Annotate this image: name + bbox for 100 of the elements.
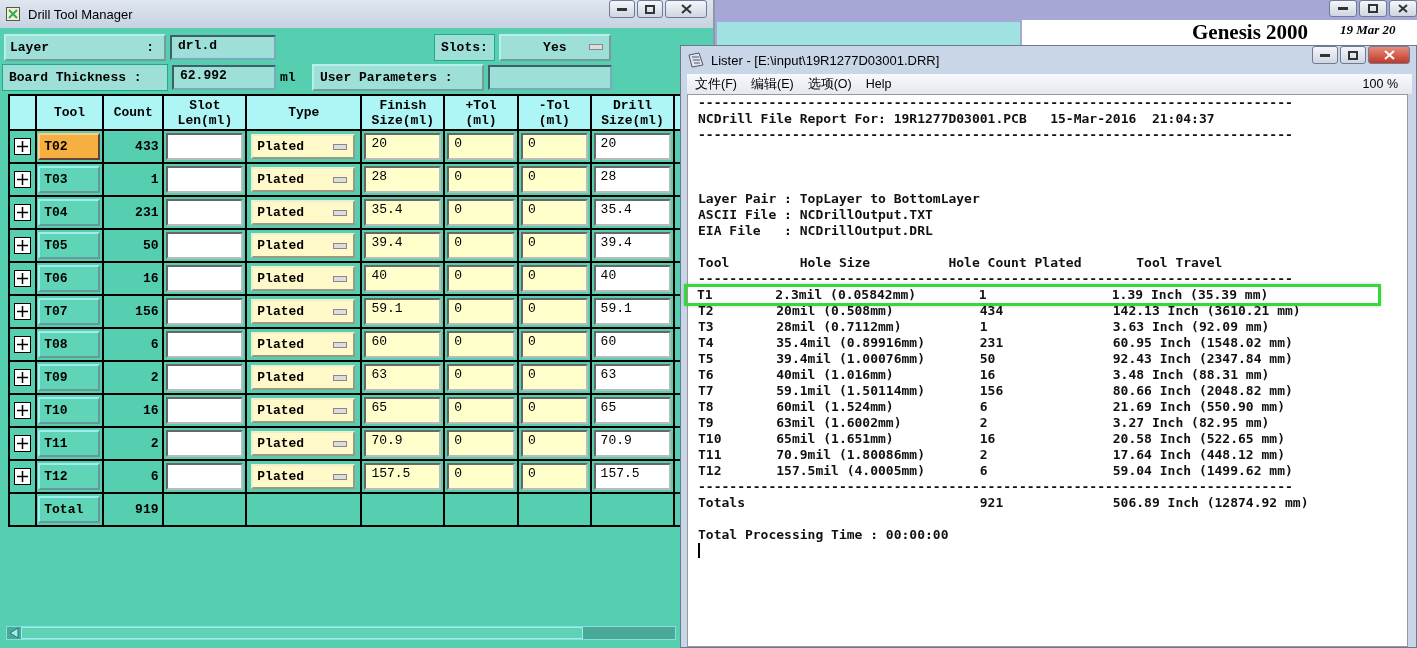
layer-button[interactable]: Layer : [4, 33, 166, 61]
thickness-field[interactable]: 62.992 [172, 64, 276, 90]
scroll-thumb[interactable] [21, 627, 583, 639]
minus-tol-field[interactable]: 0 [520, 133, 588, 160]
expand-icon[interactable] [14, 369, 32, 386]
expand-icon[interactable] [14, 270, 32, 287]
expand-icon[interactable] [14, 435, 32, 452]
minus-tol-field[interactable]: 0 [520, 199, 588, 226]
tool-button[interactable]: T04 [38, 199, 101, 226]
plus-tol-field[interactable]: 0 [447, 397, 515, 424]
drill-size-field[interactable]: 63 [593, 364, 672, 391]
minimize-button[interactable] [1329, 0, 1357, 17]
drill-size-field[interactable]: 60 [593, 331, 672, 358]
finish-size-field[interactable]: 59.1 [364, 298, 442, 325]
minus-tol-field[interactable]: 0 [520, 265, 588, 292]
menu-item[interactable]: 编辑(E) [750, 75, 794, 93]
slot-length-field[interactable] [166, 397, 244, 424]
expand-icon[interactable] [14, 303, 32, 320]
slot-length-field[interactable] [166, 430, 244, 457]
tool-button[interactable]: T06 [38, 265, 101, 292]
menu-item[interactable]: Help [865, 77, 892, 91]
total-button[interactable]: Total [38, 496, 101, 523]
minus-tol-field[interactable]: 0 [520, 430, 588, 457]
plus-tol-field[interactable]: 0 [447, 199, 515, 226]
finish-size-field[interactable]: 28 [364, 166, 442, 193]
drill-size-field[interactable]: 20 [593, 133, 672, 160]
finish-size-field[interactable]: 60 [364, 331, 442, 358]
minus-tol-field[interactable]: 0 [520, 331, 588, 358]
type-dropdown[interactable]: Plated [251, 200, 356, 225]
type-dropdown[interactable]: Plated [251, 365, 356, 390]
drill-size-field[interactable]: 65 [593, 397, 672, 424]
drill-size-field[interactable]: 39.4 [593, 232, 672, 259]
layer-field[interactable]: drl.d [170, 34, 276, 60]
expand-icon[interactable] [14, 468, 32, 485]
plus-tol-field[interactable]: 0 [447, 166, 515, 193]
finish-size-field[interactable]: 157.5 [364, 463, 442, 490]
drill-size-field[interactable]: 40 [593, 265, 672, 292]
slot-length-field[interactable] [166, 463, 244, 490]
maximize-button[interactable] [1340, 46, 1366, 64]
finish-size-field[interactable]: 40 [364, 265, 442, 292]
close-button[interactable] [1368, 46, 1410, 64]
slot-length-field[interactable] [166, 133, 244, 160]
minus-tol-field[interactable]: 0 [520, 232, 588, 259]
type-dropdown[interactable]: Plated [251, 431, 356, 456]
close-button[interactable] [1389, 0, 1417, 17]
expand-icon[interactable] [14, 138, 32, 155]
menu-item[interactable]: 文件(F) [695, 75, 737, 93]
slot-length-field[interactable] [166, 298, 244, 325]
finish-size-field[interactable]: 35.4 [364, 199, 442, 226]
slot-length-field[interactable] [166, 232, 244, 259]
finish-size-field[interactable]: 20 [364, 133, 442, 160]
minimize-button[interactable] [1312, 46, 1338, 64]
tool-button[interactable]: T07 [38, 298, 101, 325]
drill-size-field[interactable]: 28 [593, 166, 672, 193]
type-dropdown[interactable]: Plated [251, 464, 356, 489]
tool-button[interactable]: T11 [38, 430, 101, 457]
plus-tol-field[interactable]: 0 [447, 133, 515, 160]
slots-dropdown[interactable]: Yes [498, 33, 611, 61]
slot-length-field[interactable] [166, 331, 244, 358]
minus-tol-field[interactable]: 0 [520, 397, 588, 424]
minus-tol-field[interactable]: 0 [520, 166, 588, 193]
drill-size-field[interactable]: 70.9 [593, 430, 672, 457]
plus-tol-field[interactable]: 0 [447, 463, 515, 490]
finish-size-field[interactable]: 65 [364, 397, 442, 424]
plus-tol-field[interactable]: 0 [447, 364, 515, 391]
slot-length-field[interactable] [166, 166, 244, 193]
minus-tol-field[interactable]: 0 [520, 463, 588, 490]
tool-button[interactable]: T03 [38, 166, 101, 193]
expand-icon[interactable] [14, 171, 32, 188]
finish-size-field[interactable]: 63 [364, 364, 442, 391]
tool-button[interactable]: T02 [38, 133, 101, 160]
plus-tol-field[interactable]: 0 [447, 331, 515, 358]
maximize-button[interactable] [1359, 0, 1387, 17]
horizontal-scrollbar[interactable] [6, 626, 676, 640]
tool-button[interactable]: T08 [38, 331, 101, 358]
tool-button[interactable]: T05 [38, 232, 101, 259]
user-parameters-button[interactable]: User Parameters : [312, 63, 484, 91]
finish-size-field[interactable]: 70.9 [364, 430, 442, 457]
drill-size-field[interactable]: 35.4 [593, 199, 672, 226]
expand-icon[interactable] [14, 336, 32, 353]
finish-size-field[interactable]: 39.4 [364, 232, 442, 259]
scroll-left-icon[interactable] [9, 627, 19, 639]
maximize-button[interactable] [637, 0, 663, 18]
expand-icon[interactable] [14, 237, 32, 254]
plus-tol-field[interactable]: 0 [447, 232, 515, 259]
tool-button[interactable]: T12 [38, 463, 101, 490]
minus-tol-field[interactable]: 0 [520, 364, 588, 391]
slot-length-field[interactable] [166, 265, 244, 292]
minus-tol-field[interactable]: 0 [520, 298, 588, 325]
type-dropdown[interactable]: Plated [251, 167, 356, 192]
plus-tol-field[interactable]: 0 [447, 430, 515, 457]
slot-length-field[interactable] [166, 199, 244, 226]
close-button[interactable] [665, 0, 707, 18]
menu-item[interactable]: 选项(O) [807, 75, 852, 93]
type-dropdown[interactable]: Plated [251, 299, 356, 324]
type-dropdown[interactable]: Plated [251, 233, 356, 258]
plus-tol-field[interactable]: 0 [447, 265, 515, 292]
type-dropdown[interactable]: Plated [251, 332, 356, 357]
tool-button[interactable]: T10 [38, 397, 101, 424]
user-parameters-field[interactable] [488, 64, 612, 90]
